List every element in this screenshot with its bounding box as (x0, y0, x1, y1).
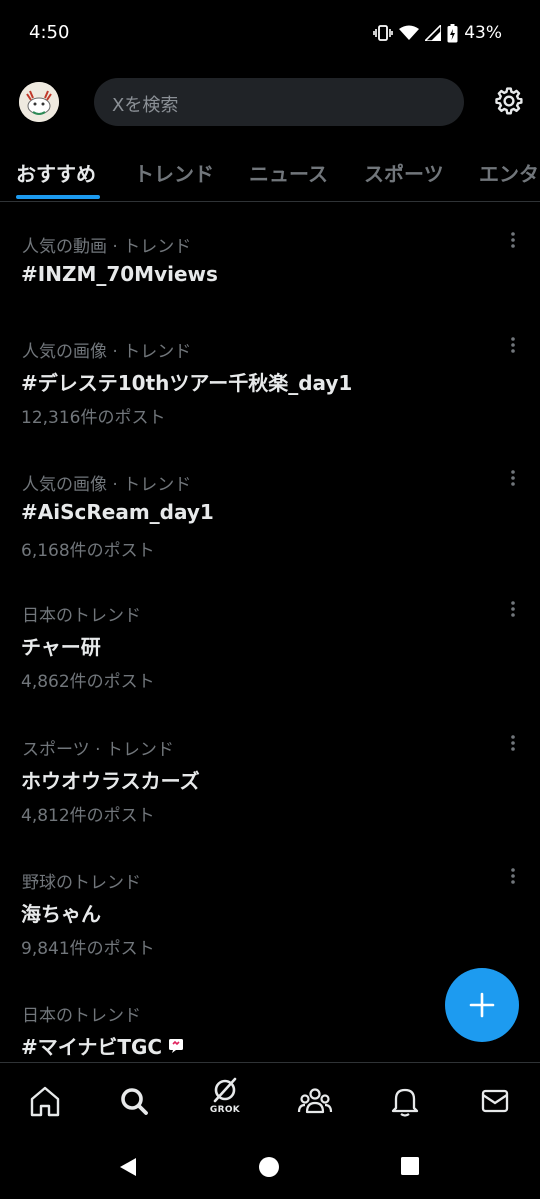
vibrate-icon (373, 25, 394, 41)
battery-percent: 43% (464, 23, 502, 43)
trend-post-count: 9,841件のポスト (21, 939, 155, 959)
tab-entertainment[interactable]: エンタ (479, 158, 539, 187)
more-options-icon[interactable] (503, 333, 523, 357)
trend-item[interactable]: 人気の画像 · トレンド #AiScReam_day1 6,168件のポスト (0, 470, 540, 603)
trend-category: 人気の画像 · トレンド (22, 342, 192, 362)
explore-tabs: おすすめ トレンド ニュース スポーツ エンタ (0, 146, 540, 202)
trend-title-row: #マイナビTGC (21, 1031, 184, 1060)
bottom-nav: GROK (0, 1062, 540, 1136)
home-circle-icon[interactable] (258, 1156, 280, 1178)
grok-button[interactable]: GROK (205, 1077, 245, 1117)
status-time: 4:50 (29, 22, 70, 43)
trend-title: #マイナビTGC (21, 1035, 163, 1059)
tab-indicator (16, 195, 100, 199)
sponsor-badge-icon (169, 1038, 184, 1053)
back-icon[interactable] (117, 1156, 139, 1178)
trend-title: 海ちゃん (21, 902, 101, 926)
grok-label: GROK (209, 1105, 241, 1115)
search-icon[interactable] (114, 1081, 154, 1121)
tab-recommended[interactable]: おすすめ (16, 158, 96, 187)
trend-category: スポーツ · トレンド (22, 740, 174, 760)
tab-news[interactable]: ニュース (249, 158, 328, 187)
more-options-icon[interactable] (503, 864, 523, 888)
more-options-icon[interactable] (503, 466, 523, 490)
gear-icon[interactable] (494, 86, 524, 116)
trend-post-count: 4,862件のポスト (21, 672, 155, 692)
avatar[interactable] (19, 82, 59, 122)
top-bar: Xを検索 (0, 72, 540, 134)
battery-charging-icon (447, 23, 458, 42)
trend-title: チャー研 (21, 635, 101, 659)
trend-post-count: 12,316件のポスト (21, 408, 166, 428)
status-icons: 43% (373, 20, 502, 46)
trend-title: #INZM_70Mviews (21, 262, 218, 286)
tab-trending[interactable]: トレンド (134, 158, 214, 187)
recents-icon[interactable] (400, 1156, 420, 1176)
compose-post-button[interactable] (445, 968, 519, 1042)
trend-post-count: 6,168件のポスト (21, 541, 155, 561)
trend-category: 野球のトレンド (22, 873, 141, 893)
more-options-icon[interactable] (503, 597, 523, 621)
trend-post-count: 4,812件のポスト (21, 806, 155, 826)
plus-icon (469, 992, 495, 1018)
trend-category: 人気の動画 · トレンド (22, 237, 192, 257)
grok-icon (213, 1077, 237, 1103)
trend-item[interactable]: スポーツ · トレンド ホウオウラスカーズ 4,812件のポスト (0, 735, 540, 868)
tab-sports[interactable]: スポーツ (364, 158, 444, 187)
status-bar: 4:50 43% (0, 0, 540, 66)
communities-icon[interactable] (295, 1081, 335, 1121)
trend-category: 人気の画像 · トレンド (22, 475, 192, 495)
trend-item[interactable]: 人気の画像 · トレンド #デレステ10thツアー千秋楽_day1 12,316… (0, 337, 540, 470)
search-placeholder: Xを検索 (112, 95, 179, 116)
trend-category: 日本のトレンド (22, 1006, 141, 1026)
system-nav-bar (0, 1136, 540, 1199)
mail-icon[interactable] (475, 1081, 515, 1121)
trend-item[interactable]: 日本のトレンド チャー研 4,862件のポスト (0, 601, 540, 734)
trend-title: #デレステ10thツアー千秋楽_day1 (21, 371, 353, 395)
avatar-image (19, 82, 59, 122)
more-options-icon[interactable] (503, 731, 523, 755)
bell-icon[interactable] (385, 1081, 425, 1121)
trend-title: #AiScReam_day1 (21, 500, 214, 524)
more-options-icon[interactable] (503, 228, 523, 252)
search-input[interactable]: Xを検索 (94, 78, 464, 126)
wifi-icon (399, 25, 420, 40)
home-icon[interactable] (25, 1081, 65, 1121)
signal-icon (425, 25, 442, 41)
trend-title: ホウオウラスカーズ (21, 769, 200, 793)
trend-category: 日本のトレンド (22, 606, 141, 626)
